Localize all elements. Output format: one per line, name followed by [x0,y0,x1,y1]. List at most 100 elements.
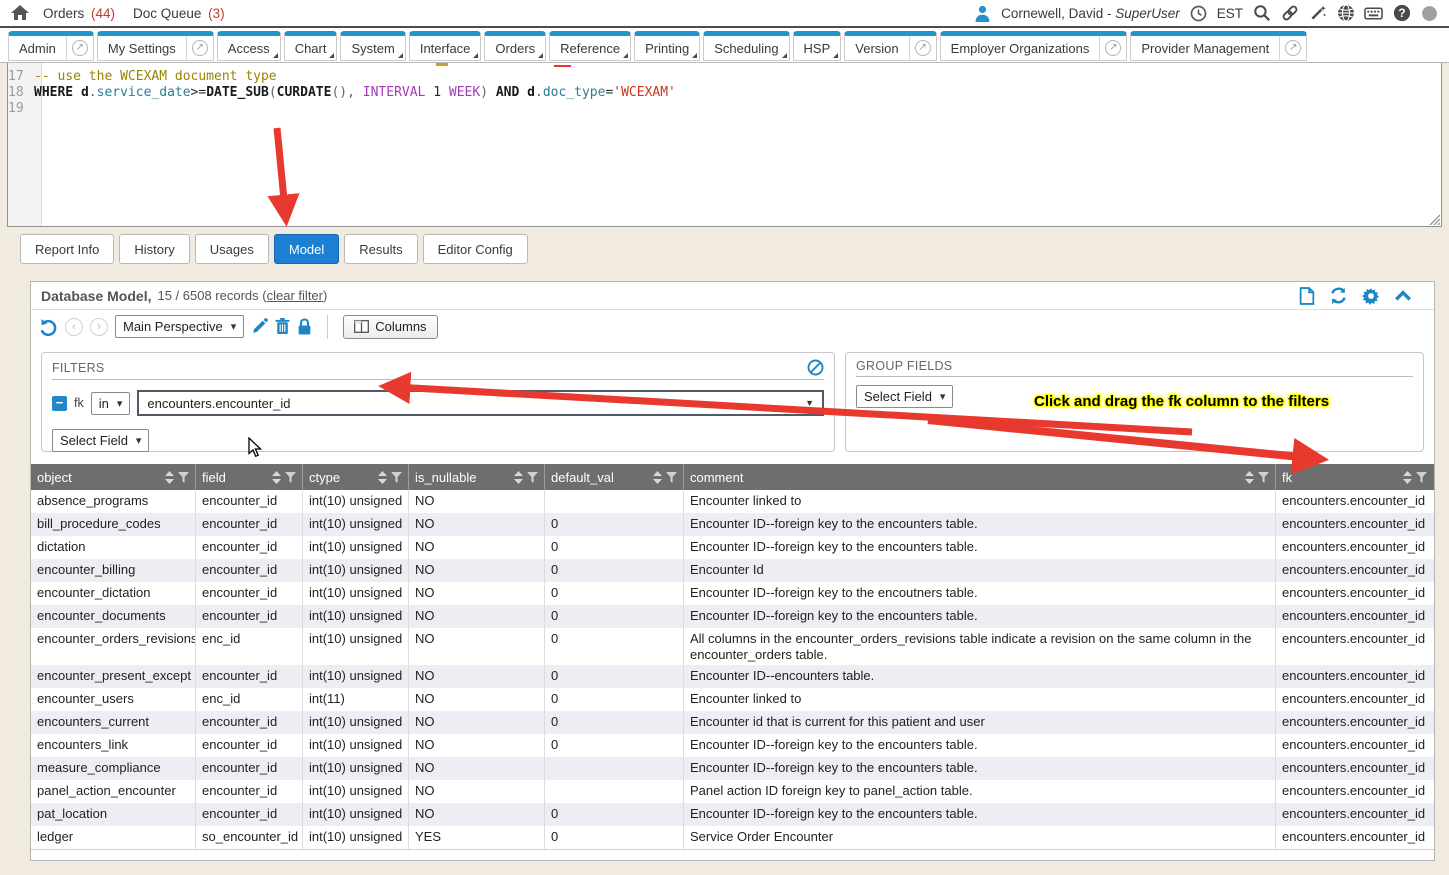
cell-fk: encounters.encounter_id [1276,826,1433,849]
nav-tab-employer-organizations[interactable]: Employer Organizations↗ [940,31,1128,61]
nav-tab-my-settings[interactable]: My Settings↗ [97,31,214,61]
model-table: object fieldctypeis_nullabledefault_valco… [31,464,1434,850]
lock-icon[interactable] [297,318,312,335]
column-header-default-val[interactable]: default_val [545,464,684,490]
table-row[interactable]: dictationencounter_idint(10) unsignedNO0… [31,536,1434,559]
gear-icon[interactable] [1362,287,1380,305]
tab-usages[interactable]: Usages [195,234,269,264]
cell-object: encounter_billing [31,559,196,582]
filter-funnel-icon [285,472,296,483]
cell-ctype: int(10) unsigned [303,605,409,628]
table-row[interactable]: panel_action_encounterencounter_idint(10… [31,780,1434,803]
nav-tab-access[interactable]: Access [217,31,281,61]
sql-editor[interactable]: 17-- use the WCEXAM document type18WHERE… [7,63,1442,227]
collapse-chevron-icon[interactable] [1394,289,1412,303]
tab-report-info[interactable]: Report Info [20,234,114,264]
topbar-link-count: (3) [208,6,225,21]
keyboard-icon[interactable] [1364,4,1383,23]
topbar-link-orders[interactable]: Orders (44) [43,6,115,21]
nav-tab-scheduling[interactable]: Scheduling [703,31,789,61]
column-header-ctype[interactable]: ctype [303,464,409,490]
group-add-field-select[interactable]: Select Field [856,385,953,408]
table-row[interactable]: ledgerso_encounter_idint(10) unsignedYES… [31,826,1434,849]
table-row[interactable]: encounter_dictationencounter_idint(10) u… [31,582,1434,605]
column-header-field[interactable]: field [196,464,303,490]
edit-pencil-icon[interactable] [251,318,268,335]
column-header-comment[interactable]: comment [684,464,1276,490]
delete-trash-icon[interactable] [275,318,290,335]
open-in-new-icon[interactable]: ↗ [1099,36,1126,60]
nav-tab-provider-management[interactable]: Provider Management↗ [1130,31,1307,61]
columns-button[interactable]: Columns [343,315,437,339]
column-header-object[interactable]: object [31,464,196,490]
cell-object: pat_location [31,803,196,826]
new-document-icon[interactable] [1299,287,1315,305]
cell-object: absence_programs [31,490,196,513]
column-header-fk[interactable]: fk [1276,464,1433,490]
table-row[interactable]: measure_complianceencounter_idint(10) un… [31,757,1434,780]
cell-ctype: int(10) unsigned [303,734,409,757]
table-row[interactable]: encounter_billingencounter_idint(10) uns… [31,559,1434,582]
history-forward-icon[interactable]: › [90,318,108,336]
column-label: object [37,470,161,485]
perspective-select[interactable]: Main Perspective [115,315,244,338]
globe-icon[interactable] [1336,4,1355,23]
table-row[interactable]: encounter_present_exceptencounter_idint(… [31,665,1434,688]
open-in-new-icon[interactable]: ↗ [186,36,213,60]
presence-status-icon[interactable] [1420,4,1439,23]
cell-object: encounter_dictation [31,582,196,605]
nav-tab-printing[interactable]: Printing [634,31,700,61]
cell-object: panel_action_encounter [31,780,196,803]
open-in-new-icon[interactable]: ↗ [66,36,93,60]
table-row[interactable]: encounter_usersenc_idint(11)NO0Encounter… [31,688,1434,711]
undo-icon[interactable] [39,318,58,336]
editor-resize-handle[interactable] [1427,212,1440,225]
refresh-icon[interactable] [1329,287,1348,305]
table-row[interactable]: bill_procedure_codesencounter_idint(10) … [31,513,1434,536]
tab-results[interactable]: Results [344,234,417,264]
home-icon[interactable] [10,4,29,23]
link-icon[interactable] [1280,4,1299,23]
filter-operator-select[interactable]: in [91,392,131,415]
tab-editor-config[interactable]: Editor Config [423,234,528,264]
tab-history[interactable]: History [119,234,189,264]
cell-field: encounter_id [196,513,303,536]
cell-ctype: int(10) unsigned [303,559,409,582]
filters-add-field-select[interactable]: Select Field [52,429,149,452]
open-in-new-icon[interactable]: ↗ [909,36,936,60]
cell-fk: encounters.encounter_id [1276,665,1433,688]
nav-tab-system[interactable]: System [340,31,405,61]
table-row[interactable]: encounter_orders_revisionsenc_idint(10) … [31,628,1434,665]
wand-icon[interactable] [1308,4,1327,23]
table-row[interactable]: encounters_currentencounter_idint(10) un… [31,711,1434,734]
cell-default-val: 0 [545,536,684,559]
nav-tab-reference[interactable]: Reference [549,31,631,61]
nav-tab-admin[interactable]: Admin↗ [8,31,94,61]
remove-filter-icon[interactable]: − [52,396,67,411]
nav-tab-orders[interactable]: Orders [484,31,546,61]
table-row[interactable]: pat_locationencounter_idint(10) unsigned… [31,803,1434,826]
column-header-is-nullable[interactable]: is_nullable [409,464,545,490]
table-row[interactable]: encounter_documentsencounter_idint(10) u… [31,605,1434,628]
history-back-icon[interactable]: ‹ [65,318,83,336]
open-in-new-icon[interactable]: ↗ [1279,36,1306,60]
filter-value-combobox[interactable]: encounters.encounter_id [137,390,824,416]
nav-tab-interface[interactable]: Interface [409,31,482,61]
search-icon[interactable] [1252,4,1271,23]
table-row[interactable]: encounters_linkencounter_idint(10) unsig… [31,734,1434,757]
table-row[interactable]: absence_programsencounter_idint(10) unsi… [31,490,1434,513]
clear-filter-link[interactable]: clear filter [267,288,323,303]
clock-icon[interactable] [1189,4,1208,23]
cell-is-nullable: NO [409,711,545,734]
topbar-link-doc-queue[interactable]: Doc Queue (3) [133,6,225,21]
nav-tab-version[interactable]: Version↗ [844,31,936,61]
cell-ctype: int(10) unsigned [303,582,409,605]
nav-tab-chart[interactable]: Chart [284,31,338,61]
tab-model[interactable]: Model [274,234,339,264]
nav-tab-label: Reference [550,36,630,60]
nav-tab-hsp[interactable]: HSP [793,31,842,61]
nav-tab-label: Version [845,36,908,60]
clear-filters-icon[interactable] [807,359,824,376]
help-icon[interactable]: ? [1392,4,1411,23]
user-name[interactable]: Cornewell, David - SuperUser [1001,6,1180,21]
